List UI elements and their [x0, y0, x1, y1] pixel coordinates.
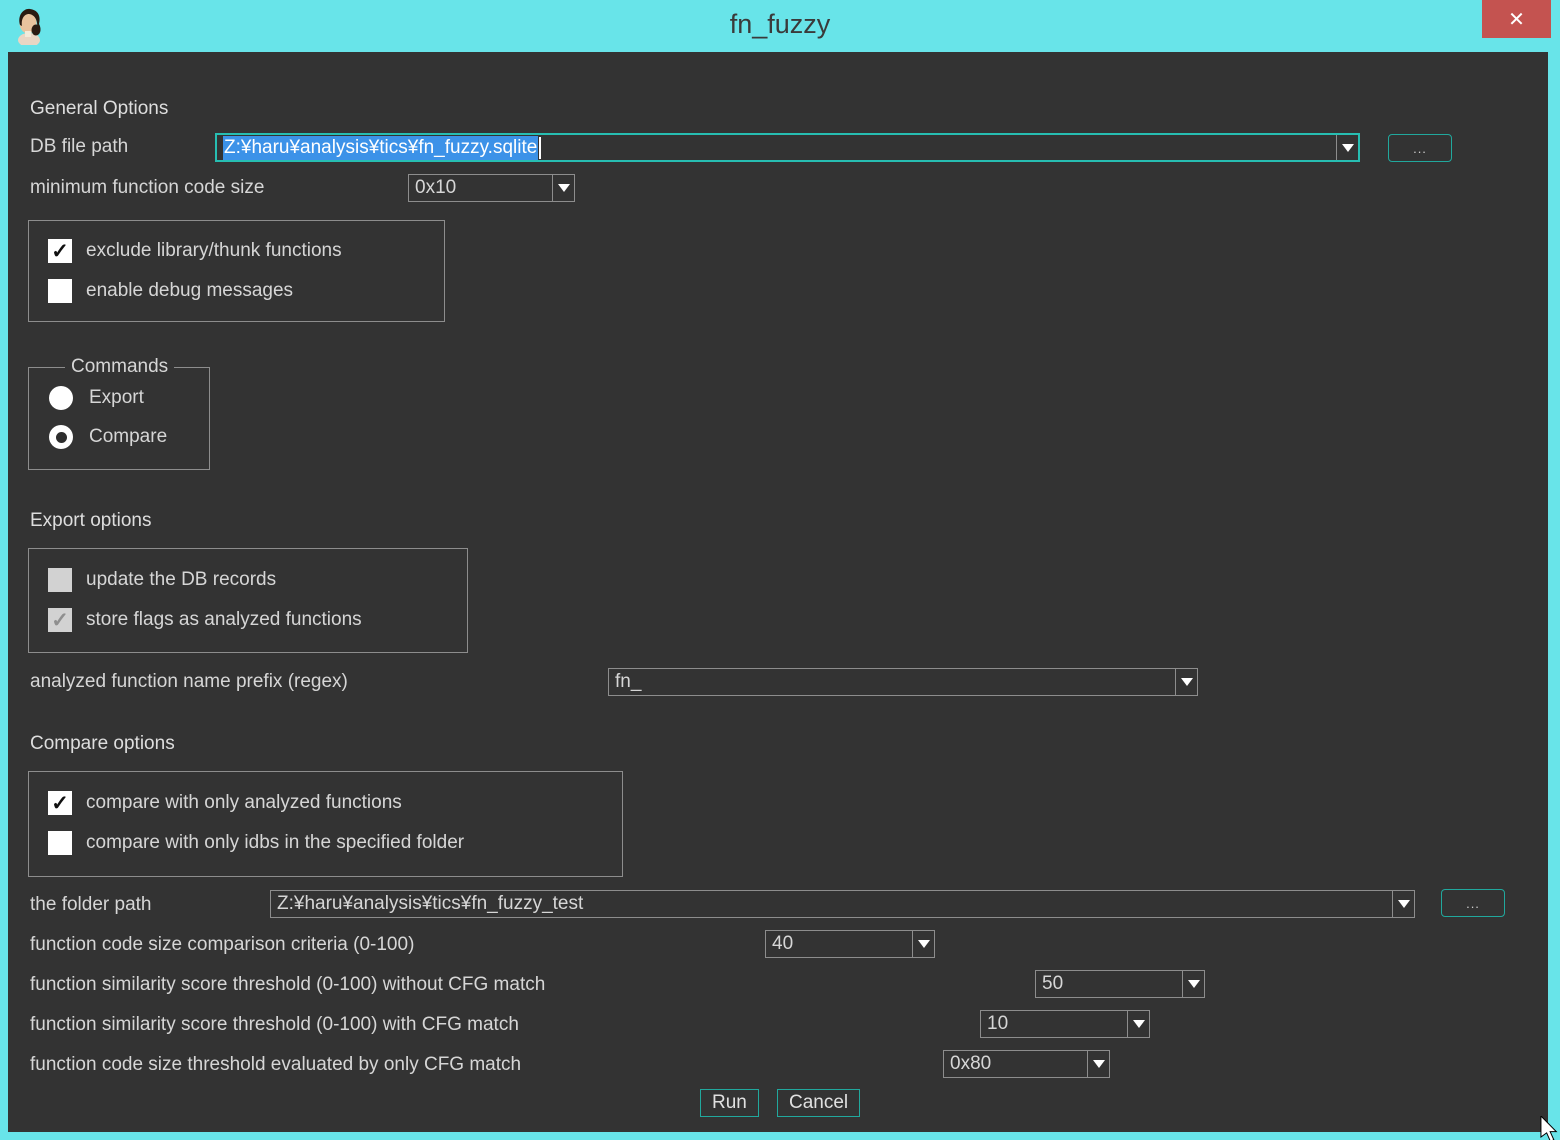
- mouse-cursor: [1536, 1116, 1560, 1140]
- check-icon: ✓: [51, 793, 69, 814]
- folder-browse-button[interactable]: ...: [1441, 889, 1505, 917]
- enable-debug-label: enable debug messages: [86, 280, 293, 302]
- similarity-with-cfg-label: function similarity score threshold (0-1…: [30, 1014, 519, 1036]
- similarity-without-cfg-label: function similarity score threshold (0-1…: [30, 974, 545, 996]
- check-icon: ✓: [51, 610, 69, 631]
- enable-debug-row[interactable]: ✓ enable debug messages: [48, 279, 293, 303]
- code-size-criteria-label: function code size comparison criteria (…: [30, 934, 414, 956]
- code-size-criteria-dropdown[interactable]: 40: [765, 930, 935, 958]
- dialog-window: fn_fuzzy ✕ General Options DB file path …: [0, 0, 1560, 1140]
- only-analyzed-label: compare with only analyzed functions: [86, 792, 402, 814]
- store-flags-checkbox[interactable]: ✓: [48, 608, 72, 632]
- update-db-row[interactable]: ✓ update the DB records: [48, 568, 276, 592]
- compare-checkbox-group: ✓ compare with only analyzed functions ✓…: [28, 771, 623, 877]
- export-radio-row[interactable]: Export: [49, 386, 144, 410]
- commands-group: Commands Export Compare: [28, 367, 210, 470]
- chevron-down-icon[interactable]: [552, 175, 574, 201]
- chevron-down-icon[interactable]: [1087, 1051, 1109, 1077]
- title-bar[interactable]: fn_fuzzy ✕: [0, 0, 1560, 52]
- run-button[interactable]: Run: [700, 1089, 759, 1117]
- folder-path-label: the folder path: [30, 894, 151, 916]
- similarity-without-cfg-dropdown[interactable]: 50: [1035, 970, 1205, 998]
- export-radio[interactable]: [49, 386, 73, 410]
- enable-debug-checkbox[interactable]: ✓: [48, 279, 72, 303]
- exclude-library-label: exclude library/thunk functions: [86, 240, 342, 262]
- general-options-heading: General Options: [30, 98, 168, 120]
- prefix-combobox[interactable]: fn_: [608, 668, 1198, 696]
- update-db-checkbox[interactable]: ✓: [48, 568, 72, 592]
- cancel-button[interactable]: Cancel: [777, 1089, 860, 1117]
- chevron-down-icon[interactable]: [1127, 1011, 1149, 1037]
- code-size-cfg-only-label: function code size threshold evaluated b…: [30, 1054, 521, 1076]
- only-idbs-label: compare with only idbs in the specified …: [86, 832, 464, 854]
- db-file-path-value: Z:¥haru¥analysis¥tics¥fn_fuzzy.sqlite: [217, 135, 1336, 160]
- folder-path-combobox[interactable]: Z:¥haru¥analysis¥tics¥fn_fuzzy_test: [270, 890, 1415, 918]
- min-code-size-dropdown[interactable]: 0x10: [408, 174, 575, 202]
- general-checkbox-group: ✓ exclude library/thunk functions ✓ enab…: [28, 220, 445, 322]
- only-idbs-checkbox[interactable]: ✓: [48, 831, 72, 855]
- min-code-size-label: minimum function code size: [30, 177, 264, 199]
- dialog-content: General Options DB file path Z:¥haru¥ana…: [8, 52, 1548, 1132]
- export-options-heading: Export options: [30, 510, 151, 532]
- chevron-down-icon[interactable]: [912, 931, 934, 957]
- store-flags-row[interactable]: ✓ store flags as analyzed functions: [48, 608, 362, 632]
- compare-radio[interactable]: [49, 425, 73, 449]
- db-file-path-combobox[interactable]: Z:¥haru¥analysis¥tics¥fn_fuzzy.sqlite: [215, 133, 1360, 162]
- code-size-cfg-only-dropdown[interactable]: 0x80: [943, 1050, 1110, 1078]
- export-radio-label: Export: [89, 387, 144, 409]
- prefix-label: analyzed function name prefix (regex): [30, 671, 348, 693]
- similarity-with-cfg-value: 10: [981, 1011, 1127, 1037]
- store-flags-label: store flags as analyzed functions: [86, 609, 362, 631]
- check-icon: ✓: [51, 241, 69, 262]
- export-checkbox-group: ✓ update the DB records ✓ store flags as…: [28, 548, 468, 653]
- compare-radio-row[interactable]: Compare: [49, 425, 167, 449]
- text-caret: [539, 137, 541, 159]
- chevron-down-icon[interactable]: [1175, 669, 1197, 695]
- code-size-criteria-value: 40: [766, 931, 912, 957]
- only-analyzed-row[interactable]: ✓ compare with only analyzed functions: [48, 791, 402, 815]
- only-idbs-row[interactable]: ✓ compare with only idbs in the specifie…: [48, 831, 464, 855]
- chevron-down-icon[interactable]: [1336, 135, 1358, 160]
- similarity-without-cfg-value: 50: [1036, 971, 1182, 997]
- window-title: fn_fuzzy: [0, 0, 1560, 44]
- commands-legend: Commands: [65, 356, 174, 378]
- close-icon: ✕: [1508, 7, 1525, 32]
- exclude-library-row[interactable]: ✓ exclude library/thunk functions: [48, 239, 342, 263]
- chevron-down-icon[interactable]: [1392, 891, 1414, 917]
- chevron-down-icon[interactable]: [1182, 971, 1204, 997]
- close-button[interactable]: ✕: [1482, 0, 1551, 38]
- compare-options-heading: Compare options: [30, 733, 175, 755]
- folder-path-value: Z:¥haru¥analysis¥tics¥fn_fuzzy_test: [271, 891, 1392, 917]
- min-code-size-value: 0x10: [409, 175, 552, 201]
- similarity-with-cfg-dropdown[interactable]: 10: [980, 1010, 1150, 1038]
- only-analyzed-checkbox[interactable]: ✓: [48, 791, 72, 815]
- code-size-cfg-only-value: 0x80: [944, 1051, 1087, 1077]
- prefix-value: fn_: [609, 669, 1175, 695]
- db-browse-button[interactable]: ...: [1388, 134, 1452, 162]
- exclude-library-checkbox[interactable]: ✓: [48, 239, 72, 263]
- db-file-path-label: DB file path: [30, 136, 128, 158]
- compare-radio-label: Compare: [89, 426, 167, 448]
- update-db-label: update the DB records: [86, 569, 276, 591]
